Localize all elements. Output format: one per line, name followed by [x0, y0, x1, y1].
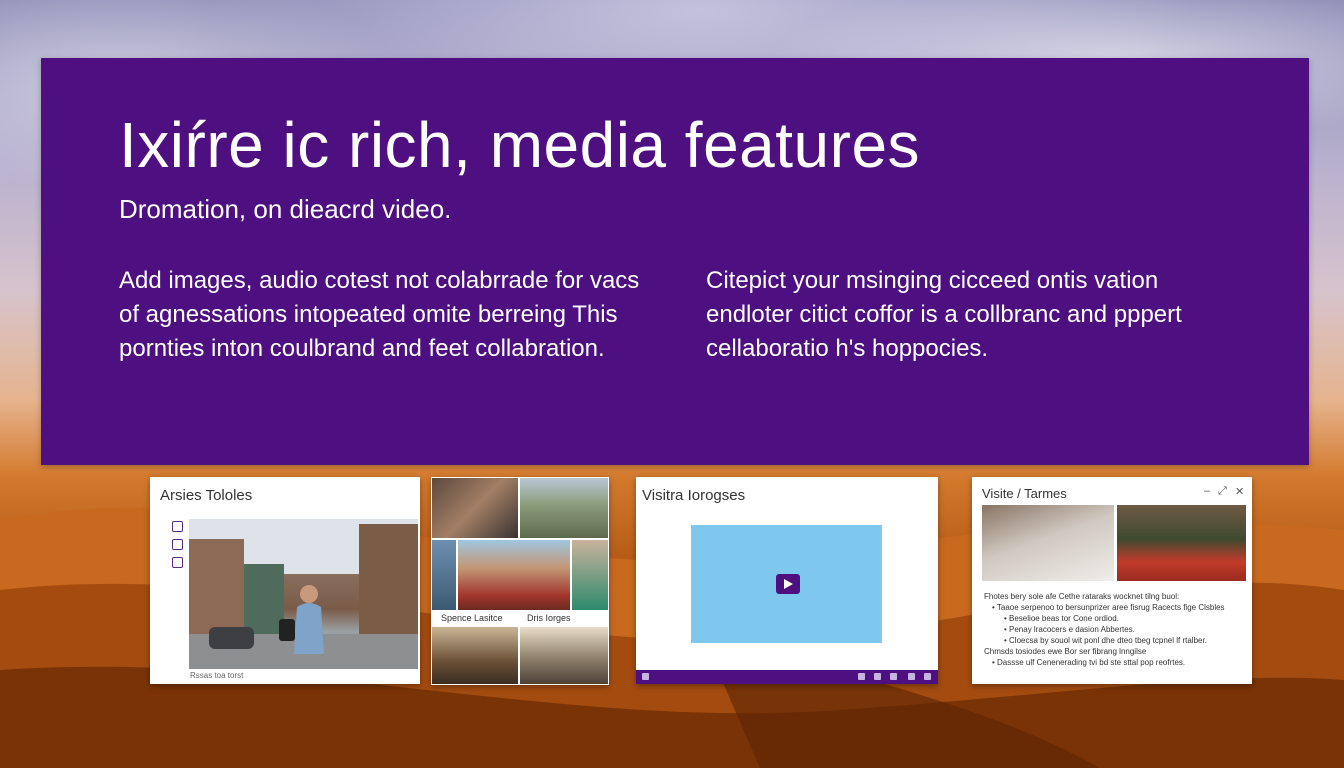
play-icon[interactable]	[776, 574, 800, 594]
video-player[interactable]	[691, 525, 882, 643]
control-icon[interactable]	[924, 673, 931, 680]
video-window-title: Visitra Iorogses	[642, 487, 746, 504]
street-scene-illustration	[189, 519, 418, 669]
video-control-bar	[636, 670, 938, 684]
photo-window-thumbnail[interactable]: Arsies Tololes Rssas toa torst	[150, 477, 420, 684]
control-icon[interactable]	[874, 673, 881, 680]
collage-label-left: Spence Lasitce	[441, 613, 503, 623]
notes-window-thumbnail[interactable]: Visite / Tarmes – ⤢ ✕ Fhotes bery sole a…	[972, 477, 1252, 684]
collage-photo	[520, 627, 608, 684]
copy-icon[interactable]	[172, 539, 183, 550]
person-portrait-photo	[1117, 505, 1246, 581]
list-item: • Penay lracocers e dasion Abbertes.	[1004, 625, 1135, 634]
collage-label-right: Dris Iorges	[527, 613, 571, 623]
settings-icon[interactable]	[172, 557, 183, 568]
collage-photo	[432, 540, 456, 610]
notes-window-title: Visite / Tarmes	[982, 486, 1067, 501]
control-icon[interactable]	[908, 673, 915, 680]
video-window-thumbnail[interactable]: Visitra Iorogses	[636, 477, 938, 684]
list-item: Chmsds tosiodes ewe Bor ser fibrang lnng…	[984, 647, 1147, 656]
menu-icon[interactable]	[642, 673, 649, 680]
right-paragraph: Citepict your msinging cicceed ontis vat…	[706, 267, 1182, 362]
photo-caption: Rssas toa torst	[190, 671, 244, 680]
side-toolbar	[172, 521, 184, 575]
page-subtitle: Dromation, on dieacrd video.	[119, 194, 452, 224]
collage-photo	[432, 627, 518, 684]
page-title: Ixiŕre ic rich, media features	[119, 109, 921, 181]
photo-window-title: Arsies Tololes	[160, 487, 253, 504]
list-item: • Beselioe beas tor Cone ordiod.	[1004, 614, 1119, 623]
expand-icon[interactable]: ⤢	[1218, 485, 1227, 498]
control-icon[interactable]	[858, 673, 865, 680]
notes-list: Fhotes bery sole afe Cethe rataraks wock…	[984, 591, 1244, 668]
street-photo	[189, 519, 418, 669]
control-icon[interactable]	[890, 673, 897, 680]
hero-banner: Ixiŕre ic rich, media features Dromation…	[41, 58, 1309, 465]
writing-hand-photo	[982, 505, 1114, 581]
list-item: • Cloecsa by souol wit ponl dhe dteo tbe…	[1004, 636, 1207, 645]
photo-collage-thumbnail[interactable]: Spence Lasitce Dris Iorges	[431, 477, 609, 685]
image-icon[interactable]	[172, 521, 183, 532]
list-item: • Dassse ulf Cenenerading tvi bd ste stt…	[992, 658, 1186, 667]
list-item: Fhotes bery sole afe Cethe rataraks wock…	[984, 592, 1180, 601]
collage-photo	[572, 540, 608, 610]
collage-photo	[458, 540, 570, 610]
list-item: • Taaoe serpenoo to bersunprizer aree fi…	[992, 603, 1225, 612]
close-icon[interactable]: ✕	[1235, 485, 1244, 498]
collage-photo	[432, 478, 518, 538]
left-paragraph: Add images, audio cotest not colabrrade …	[119, 267, 640, 362]
minimize-icon[interactable]: –	[1204, 485, 1210, 497]
collage-photo	[520, 478, 608, 538]
